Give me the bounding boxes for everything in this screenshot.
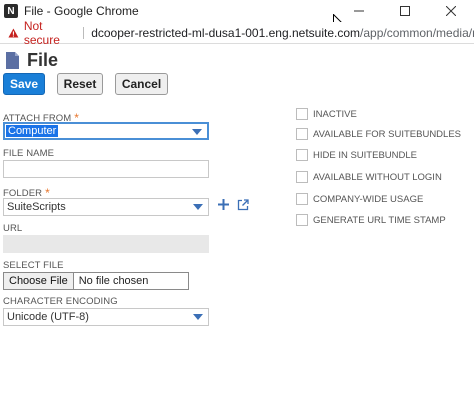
address-bar[interactable]: Not secure dcooper-restricted-ml-dusa1-0… [0,19,474,47]
available-for-suitebundles-checkbox[interactable] [296,128,308,140]
inactive-label: INACTIVE [313,108,357,120]
page-title: File [27,50,59,70]
hide-in-suitebundle-checkbox[interactable] [296,149,308,161]
file-chooser[interactable]: Choose File No file chosen [3,272,189,290]
file-name-input[interactable] [3,160,209,178]
url-text[interactable]: dcooper-restricted-ml-dusa1-001.eng.nets… [91,26,474,40]
option-hide-in-suitebundle[interactable]: HIDE IN SUITEBUNDLE [296,149,417,161]
close-button[interactable] [428,0,474,22]
generate-url-time-stamp-checkbox[interactable] [296,214,308,226]
file-name-label: FILE NAME [3,148,55,159]
hide-in-suitebundle-label: HIDE IN SUITEBUNDLE [313,149,417,161]
available-without-login-checkbox[interactable] [296,171,308,183]
cancel-button[interactable]: Cancel [115,73,168,95]
generate-url-time-stamp-label: GENERATE URL TIME STAMP [313,214,446,226]
url-field [3,235,209,253]
company-wide-usage-checkbox[interactable] [296,193,308,205]
open-external-icon[interactable] [237,199,249,211]
maximize-button[interactable] [382,0,428,22]
warning-icon [8,27,19,38]
url-host: dcooper-restricted-ml-dusa1-001.eng.nets… [91,25,361,40]
character-encoding-value: Unicode (UTF-8) [7,311,89,323]
window-title: File - Google Chrome [24,4,139,18]
option-inactive[interactable]: INACTIVE [296,108,357,120]
folder-value: SuiteScripts [7,201,66,213]
character-encoding-label: CHARACTER ENCODING [3,296,118,307]
close-icon [446,6,456,16]
maximize-icon [400,6,410,16]
option-generate-url-time-stamp[interactable]: GENERATE URL TIME STAMP [296,214,446,226]
page-header: File [6,50,58,71]
document-icon [6,52,19,69]
security-status[interactable]: Not secure [24,19,76,47]
minimize-icon [354,10,364,12]
inactive-checkbox[interactable] [296,108,308,120]
option-company-wide-usage[interactable]: COMPANY-WIDE USAGE [296,193,423,205]
option-available-without-login[interactable]: AVAILABLE WITHOUT LOGIN [296,171,442,183]
file-chooser-status: No file chosen [78,275,149,287]
choose-file-button[interactable]: Choose File [4,273,74,289]
chevron-down-icon [192,129,202,135]
character-encoding-select[interactable]: Unicode (UTF-8) [3,308,209,326]
address-separator [83,26,85,39]
save-button[interactable]: Save [3,73,45,95]
chevron-down-icon [193,314,203,320]
window-controls [336,0,474,22]
folder-select[interactable]: SuiteScripts [3,198,209,216]
attach-from-select[interactable]: Computer [3,122,209,140]
available-for-suitebundles-label: AVAILABLE FOR SUITEBUNDLES [313,128,461,140]
url-label: URL [3,223,23,234]
netsuite-app-icon: N [4,4,18,18]
select-file-label: SELECT FILE [3,260,64,271]
url-path: /app/common/media/media... [360,25,474,40]
available-without-login-label: AVAILABLE WITHOUT LOGIN [313,171,442,183]
reset-button[interactable]: Reset [57,73,103,95]
plus-icon[interactable] [218,199,229,210]
option-available-for-suitebundles[interactable]: AVAILABLE FOR SUITEBUNDLES [296,128,461,140]
attach-from-value: Computer [6,125,59,137]
chevron-down-icon [193,204,203,210]
folder-label: FOLDER * [3,185,50,200]
company-wide-usage-label: COMPANY-WIDE USAGE [313,193,424,205]
